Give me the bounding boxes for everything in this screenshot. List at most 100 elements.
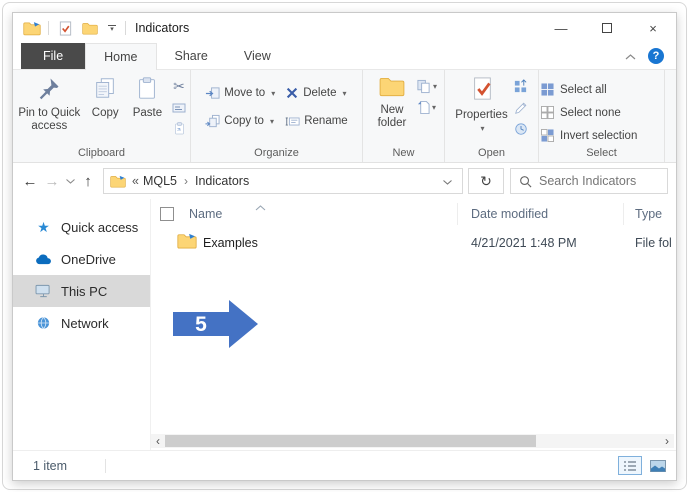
scrollbar-thumb[interactable] xyxy=(165,435,536,447)
column-header-type[interactable]: Type xyxy=(635,207,662,221)
rename-label: Rename xyxy=(304,115,347,127)
annotation-step-number: 5 xyxy=(173,313,229,337)
minimize-button[interactable]: — xyxy=(538,13,584,43)
tab-share[interactable]: Share xyxy=(157,43,226,69)
tab-home[interactable]: Home xyxy=(85,43,156,70)
paste-button[interactable]: Paste xyxy=(127,73,168,120)
move-to-label: Move to xyxy=(224,87,265,99)
sidebar-item-label: Quick access xyxy=(61,220,138,235)
qat-properties-icon[interactable] xyxy=(56,19,74,37)
paste-shortcut-button[interactable] xyxy=(170,120,188,137)
column-header-name[interactable]: Name xyxy=(189,207,222,221)
copy-path-button[interactable] xyxy=(170,99,188,116)
details-view-button[interactable] xyxy=(618,456,642,475)
easy-access-button[interactable]: ▾ xyxy=(416,78,437,95)
search-icon xyxy=(519,175,532,188)
copy-icon xyxy=(93,76,117,104)
file-name: Examples xyxy=(203,236,258,250)
select-all-button[interactable]: Select all xyxy=(541,79,607,100)
invert-selection-icon xyxy=(541,129,554,142)
sidebar-item-onedrive[interactable]: OneDrive xyxy=(13,243,150,275)
address-box[interactable]: « MQL5 › Indicators xyxy=(103,168,463,194)
search-input[interactable] xyxy=(539,174,663,188)
qat-customize-chevron: ▾ xyxy=(110,27,114,32)
folder-icon xyxy=(177,233,197,252)
file-date-modified: 4/21/2021 1:48 PM xyxy=(471,236,577,250)
breadcrumb-overflow[interactable]: « xyxy=(132,174,139,188)
qat-customize-icon[interactable]: ▾ xyxy=(106,19,118,37)
up-button[interactable]: ↑ xyxy=(77,173,99,190)
invert-selection-button[interactable]: Invert selection xyxy=(541,125,637,146)
paste-icon xyxy=(135,76,159,104)
properties-button[interactable]: Properties ▾ xyxy=(454,73,510,135)
delete-label: Delete xyxy=(303,87,336,99)
paste-label: Paste xyxy=(133,107,162,120)
sort-ascending-icon[interactable] xyxy=(255,200,266,214)
edit-button[interactable] xyxy=(512,99,530,116)
delete-dropdown-icon: ▾ xyxy=(342,89,346,98)
history-button[interactable] xyxy=(512,120,530,137)
group-label-new: New xyxy=(365,146,442,162)
recent-locations-chevron-icon[interactable] xyxy=(63,179,77,184)
copy-label: Copy xyxy=(92,107,119,120)
large-icons-view-button[interactable] xyxy=(646,456,670,475)
sidebar-item-this-pc[interactable]: This PC xyxy=(13,275,150,307)
copy-to-icon xyxy=(205,114,220,129)
ribbon-group-select: Select all Select none Invert selection … xyxy=(539,70,665,162)
annotation-arrow: 5 xyxy=(173,299,259,349)
new-folder-label: New folder xyxy=(370,104,414,130)
address-dropdown-chevron-icon[interactable] xyxy=(443,174,456,188)
file-row-examples[interactable]: Examples 4/21/2021 1:48 PM File fol xyxy=(151,229,676,257)
pin-to-quick-access-button[interactable]: Pin to Quick access xyxy=(15,73,84,133)
ribbon: Pin to Quick access Copy Paste ✂ xyxy=(13,70,676,163)
horizontal-scrollbar[interactable]: ‹ › xyxy=(151,434,674,448)
new-folder-button[interactable]: New folder xyxy=(370,73,414,130)
details-view-icon xyxy=(623,460,637,472)
properties-icon xyxy=(470,76,494,106)
navigation-pane: ★ Quick access OneDrive This PC Network xyxy=(13,199,151,450)
maximize-button[interactable] xyxy=(584,13,630,43)
back-button[interactable]: ← xyxy=(19,173,41,190)
select-all-checkbox[interactable] xyxy=(160,207,174,221)
select-none-button[interactable]: Select none xyxy=(541,102,621,123)
close-button[interactable]: × xyxy=(630,13,676,43)
breadcrumb-mql5[interactable]: MQL5 xyxy=(143,174,177,188)
tab-view[interactable]: View xyxy=(226,43,289,69)
rename-button[interactable]: Rename xyxy=(285,111,347,131)
breadcrumb-separator-icon[interactable]: › xyxy=(184,174,188,188)
delete-button[interactable]: Delete ▾ xyxy=(285,83,347,103)
this-pc-monitor-icon xyxy=(35,284,52,298)
cut-button[interactable]: ✂ xyxy=(170,78,188,95)
scrollbar-track[interactable] xyxy=(165,434,660,448)
help-button[interactable]: ? xyxy=(648,48,664,64)
new-folder-icon xyxy=(379,76,405,101)
scroll-left-arrow[interactable]: ‹ xyxy=(151,434,165,448)
explorer-window: ▾ Indicators — × File Home Share View ? xyxy=(12,12,677,481)
sidebar-item-label: This PC xyxy=(61,284,107,299)
column-header-date-modified[interactable]: Date modified xyxy=(471,207,548,221)
refresh-button[interactable]: ↻ xyxy=(468,168,504,194)
select-none-icon xyxy=(541,106,554,119)
new-item-icon xyxy=(417,100,430,115)
copy-button[interactable]: Copy xyxy=(86,73,125,120)
ribbon-group-organize: Move to ▾ Copy to ▾ Delete ▾ xyxy=(191,70,363,162)
window-title: Indicators xyxy=(135,21,189,35)
onedrive-cloud-icon xyxy=(35,254,52,265)
column-separator[interactable] xyxy=(623,203,624,225)
quick-access-star-icon: ★ xyxy=(35,219,52,236)
move-to-button[interactable]: Move to ▾ xyxy=(205,83,275,103)
breadcrumb-indicators[interactable]: Indicators xyxy=(195,174,249,188)
open-button[interactable] xyxy=(512,78,530,95)
copy-path-icon xyxy=(171,101,187,115)
forward-button[interactable]: → xyxy=(41,173,63,190)
collapse-ribbon-icon[interactable] xyxy=(625,47,636,65)
qat-new-folder-icon[interactable] xyxy=(81,19,99,37)
scroll-right-arrow[interactable]: › xyxy=(660,434,674,448)
tab-file[interactable]: File xyxy=(21,43,85,69)
copy-to-button[interactable]: Copy to ▾ xyxy=(205,111,275,131)
column-separator[interactable] xyxy=(457,203,458,225)
pin-label: Pin to Quick access xyxy=(15,107,84,133)
sidebar-item-network[interactable]: Network xyxy=(13,307,150,339)
new-item-button[interactable]: ▾ xyxy=(417,99,436,116)
sidebar-item-quick-access[interactable]: ★ Quick access xyxy=(13,211,150,243)
